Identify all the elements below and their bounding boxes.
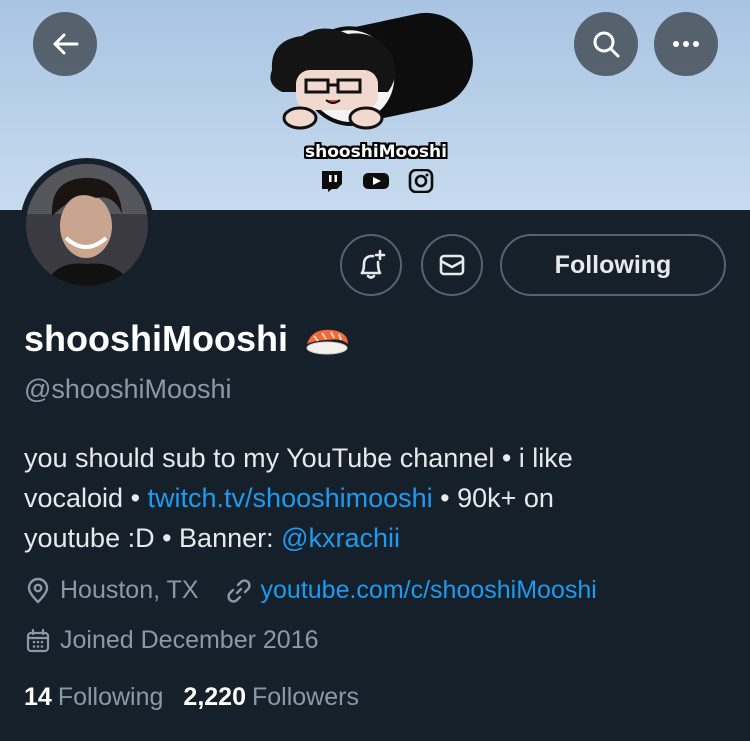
twitch-link[interactable]: twitch.tv/shooshimooshi <box>148 483 433 513</box>
follow-stats: 14 Following 2,220 Followers <box>24 683 379 712</box>
bio-text: • 90k+ on <box>432 483 554 513</box>
banner-credit-mention[interactable]: @kxrachii <box>281 523 400 553</box>
display-name: shooshiMooshi <box>24 318 352 360</box>
bio-line: youtube :D • Banner: @kxrachii <box>24 518 724 558</box>
calendar-icon <box>24 627 52 655</box>
joined-text: Joined December 2016 <box>60 626 319 654</box>
following-stat[interactable]: 14 Following <box>24 683 163 712</box>
avatar-photo <box>26 164 148 286</box>
sushi-emoji-icon <box>306 329 348 355</box>
envelope-icon <box>439 254 465 276</box>
more-dots-icon <box>673 41 699 47</box>
bio-line: you should sub to my YouTube channel • i… <box>24 443 573 473</box>
bio-text: vocaloid • <box>24 483 148 513</box>
profile-meta-row: Houston, TX youtube.com/c/shooshiMooshi <box>24 576 597 605</box>
back-button[interactable] <box>33 12 97 76</box>
following-button-label: Following <box>554 250 672 279</box>
search-icon <box>593 31 620 58</box>
following-button[interactable]: Following <box>500 234 726 296</box>
banner-name-text: shooshiMooshi <box>305 142 447 162</box>
bio: you should sub to my YouTube channel • i… <box>24 438 724 558</box>
notify-button[interactable] <box>340 234 402 296</box>
bell-plus-icon <box>360 249 386 279</box>
handle: @shooshiMooshi <box>24 374 232 404</box>
youtube-icon <box>362 169 390 193</box>
followers-count: 2,220 <box>183 683 246 711</box>
bio-text: youtube :D • Banner: <box>24 523 282 553</box>
location-pin-icon <box>24 577 52 605</box>
followers-stat[interactable]: 2,220 Followers <box>183 683 359 712</box>
following-stat-label: Following <box>57 683 164 711</box>
banner-sushi-character-art <box>270 12 473 130</box>
avatar[interactable] <box>20 158 154 292</box>
bio-line: vocaloid • twitch.tv/shooshimooshi • 90k… <box>24 478 724 518</box>
instagram-icon <box>406 168 434 194</box>
link-icon <box>225 577 253 605</box>
profile-meta-row: Joined December 2016 <box>24 626 319 655</box>
website-link[interactable]: youtube.com/c/shooshiMooshi <box>261 576 597 605</box>
banner-social-icons <box>318 168 434 194</box>
following-count: 14 <box>24 683 52 711</box>
followers-stat-label: Followers <box>251 683 359 711</box>
message-button[interactable] <box>421 234 483 296</box>
search-button[interactable] <box>574 12 638 76</box>
display-name-text: shooshiMooshi <box>24 318 288 359</box>
twitch-icon <box>318 169 346 193</box>
more-options-button[interactable] <box>654 12 718 76</box>
arrow-left-icon <box>53 33 79 55</box>
location-text: Houston, TX <box>60 576 199 604</box>
